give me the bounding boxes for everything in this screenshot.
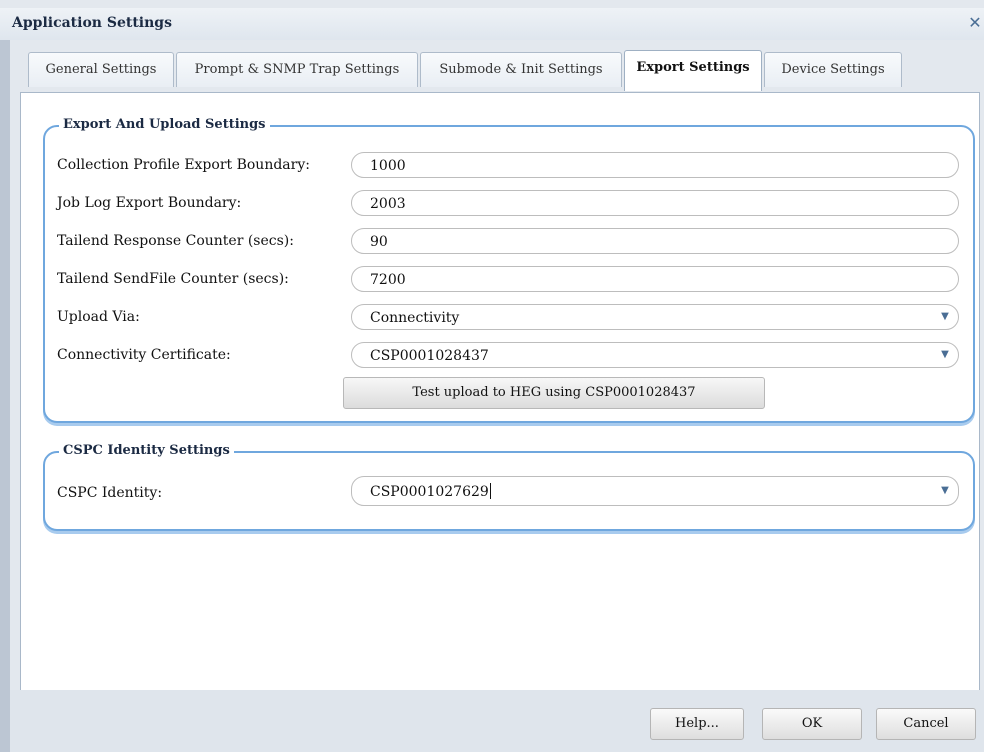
cancel-button[interactable]: Cancel <box>876 708 976 740</box>
upload-via-label: Upload Via: <box>57 309 140 325</box>
job-log-export-boundary-label: Job Log Export Boundary: <box>57 195 242 211</box>
title-bar: Application Settings ✕ <box>0 8 984 41</box>
export-upload-legend: Export And Upload Settings <box>59 117 270 132</box>
help-button[interactable]: Help... <box>650 708 744 740</box>
connectivity-certificate-select[interactable]: CSP0001028437 ▼ <box>351 342 959 368</box>
upload-via-value: Connectivity <box>370 310 460 326</box>
tailend-response-counter-label: Tailend Response Counter (secs): <box>57 233 294 249</box>
ok-button[interactable]: OK <box>762 708 862 740</box>
upload-via-select[interactable]: Connectivity ▼ <box>351 304 959 330</box>
cspc-identity-value: CSP0001027629 <box>370 484 489 500</box>
cspc-identity-select[interactable]: CSP0001027629 ▼ <box>351 476 959 506</box>
dialog-footer: Help... OK Cancel <box>10 690 984 752</box>
connectivity-certificate-label: Connectivity Certificate: <box>57 347 231 363</box>
tailend-response-counter-input[interactable]: 90 <box>351 228 959 254</box>
connectivity-certificate-value: CSP0001028437 <box>370 348 489 364</box>
tab-strip: General Settings Prompt & SNMP Trap Sett… <box>10 40 984 92</box>
tab-export-settings[interactable]: Export Settings <box>624 50 762 91</box>
job-log-export-boundary-input[interactable]: 2003 <box>351 190 959 216</box>
chevron-down-icon[interactable]: ▼ <box>938 347 952 363</box>
tab-device-settings[interactable]: Device Settings <box>764 52 902 87</box>
window-left-border <box>0 40 10 752</box>
tab-prompt-snmp-trap-settings[interactable]: Prompt & SNMP Trap Settings <box>176 52 418 87</box>
export-settings-panel: Export And Upload Settings Collection Pr… <box>20 92 980 692</box>
window-title: Application Settings <box>12 15 172 31</box>
cspc-identity-legend: CSPC Identity Settings <box>59 443 234 458</box>
tailend-sendfile-counter-input[interactable]: 7200 <box>351 266 959 292</box>
tailend-sendfile-counter-label: Tailend SendFile Counter (secs): <box>57 271 289 287</box>
test-upload-button[interactable]: Test upload to HEG using CSP0001028437 <box>343 377 765 409</box>
tab-submode-init-settings[interactable]: Submode & Init Settings <box>420 52 622 87</box>
application-settings-dialog: Application Settings ✕ General Settings … <box>0 0 984 752</box>
chevron-down-icon[interactable]: ▼ <box>938 483 952 499</box>
collection-profile-export-boundary-input[interactable]: 1000 <box>351 152 959 178</box>
cspc-identity-label: CSPC Identity: <box>57 485 163 501</box>
collection-profile-export-boundary-label: Collection Profile Export Boundary: <box>57 157 310 173</box>
chevron-down-icon[interactable]: ▼ <box>938 309 952 325</box>
tab-general-settings[interactable]: General Settings <box>28 52 174 87</box>
close-icon[interactable]: ✕ <box>964 12 984 34</box>
text-caret <box>489 483 491 499</box>
